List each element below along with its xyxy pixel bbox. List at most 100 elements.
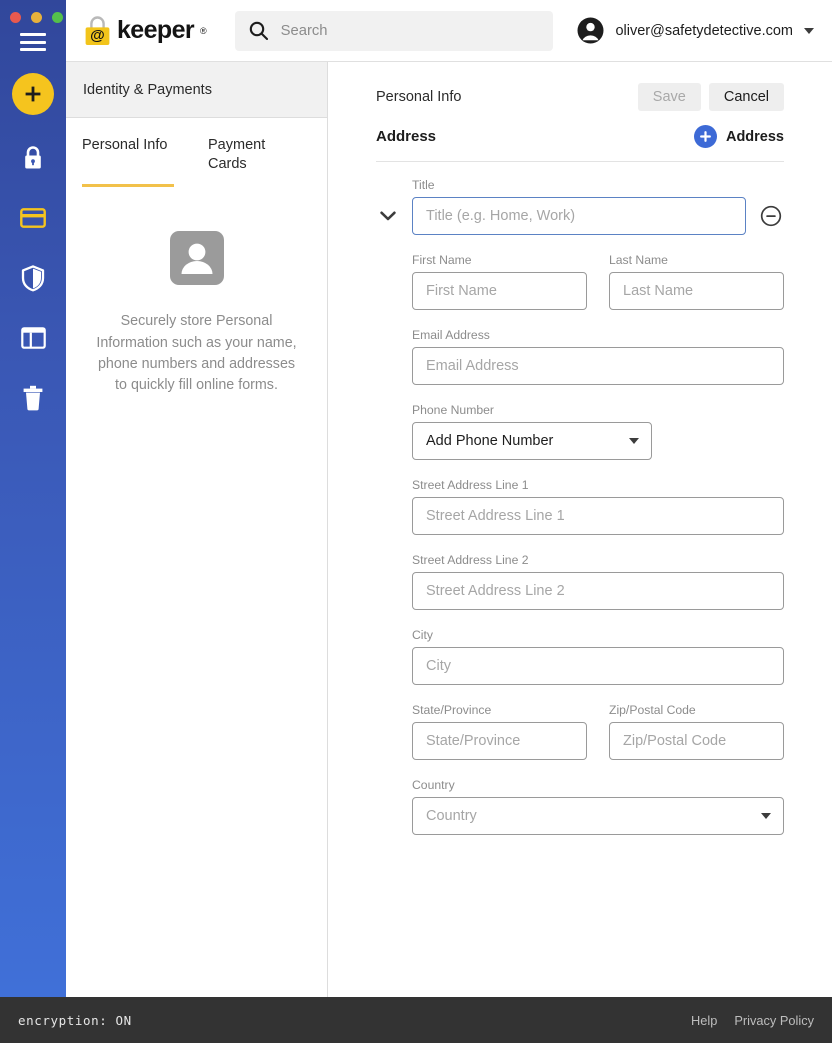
chevron-down-icon[interactable]	[804, 27, 814, 34]
sidebar-item-dashboard[interactable]	[16, 321, 50, 355]
city-label: City	[412, 628, 433, 642]
keeper-logo: @ keeper ®	[84, 15, 207, 47]
phone-select-wrap: Add Phone Number	[412, 422, 652, 460]
email-group: Email Address	[412, 328, 784, 385]
zip-input[interactable]	[609, 722, 784, 760]
logo-wordmark: keeper	[117, 16, 195, 44]
sidebar-item-security-audit[interactable]	[16, 261, 50, 295]
close-window-button[interactable]	[10, 12, 21, 23]
country-select[interactable]: Country	[412, 797, 784, 835]
search-input-placeholder[interactable]: Search	[281, 23, 328, 39]
save-button[interactable]: Save	[637, 83, 701, 111]
dashboard-panel-icon	[20, 327, 46, 349]
title-input[interactable]	[412, 197, 746, 235]
shield-icon	[21, 264, 45, 291]
detail-title-row: Personal Info Save Cancel	[376, 62, 784, 111]
add-address-label: Address	[725, 128, 784, 145]
address-form: Title Title (e.g. Home, Work) First Name…	[376, 162, 784, 835]
phone-label: Phone Number	[412, 403, 494, 417]
plus-icon	[25, 86, 41, 102]
title-field-row	[376, 197, 784, 235]
street2-input[interactable]	[412, 572, 784, 610]
title-field-label: Title	[412, 178, 435, 192]
help-link[interactable]: Help	[691, 1013, 717, 1028]
street1-label: Street Address Line 1	[412, 478, 529, 492]
detail-action-buttons: Save Cancel	[637, 83, 784, 111]
empty-state: Securely store Personal Information such…	[66, 231, 327, 397]
title-field-wrap	[412, 197, 746, 235]
country-select-wrap: Country	[412, 797, 784, 835]
application-top-bar: @ keeper ® Search oliver@safetydetective…	[66, 0, 832, 62]
state-label: State/Province	[412, 703, 492, 717]
list-panel-header: Identity & Payments	[66, 62, 327, 118]
privacy-policy-link[interactable]: Privacy Policy	[734, 1013, 814, 1028]
chevron-down-icon	[629, 438, 639, 444]
section-title: Address	[376, 128, 437, 145]
personal-info-detail-panel: Personal Info Save Cancel Address Addres…	[328, 62, 832, 997]
zoom-window-button[interactable]	[52, 12, 63, 23]
zip-label: Zip/Postal Code	[609, 703, 696, 717]
name-fields-row: First Name Last Name	[412, 253, 784, 310]
phone-select[interactable]: Add Phone Number	[412, 422, 652, 460]
first-name-label: First Name	[412, 253, 472, 267]
street1-group: Street Address Line 1	[412, 478, 784, 535]
person-placeholder-icon	[169, 231, 224, 286]
first-name-input[interactable]	[412, 272, 587, 310]
tab-personal-info[interactable]: Personal Info	[82, 136, 174, 188]
add-address-button[interactable]: Address	[693, 125, 784, 148]
search-bar[interactable]: Search	[234, 10, 553, 51]
street1-input[interactable]	[412, 497, 784, 535]
list-panel-tabs: Personal Info Payment Cards	[66, 118, 327, 188]
detail-panel-column: Personal Info Save Cancel Address Addres…	[328, 0, 832, 997]
state-group: State/Province	[412, 703, 587, 760]
cancel-button[interactable]: Cancel	[708, 83, 784, 111]
state-zip-row: State/Province Zip/Postal Code	[412, 703, 784, 760]
account-menu[interactable]: oliver@safetydetective.com	[577, 17, 814, 44]
padlock-at-icon: @	[85, 15, 110, 45]
list-panel-column: Identity & Payments Personal Info Paymen…	[66, 0, 328, 997]
search-icon	[249, 21, 268, 40]
person-glyph	[181, 243, 212, 275]
state-input[interactable]	[412, 722, 587, 760]
city-input[interactable]	[412, 647, 784, 685]
country-label: Country	[412, 778, 455, 792]
address-section-header: Address Address	[376, 125, 784, 162]
credit-card-icon	[20, 208, 46, 228]
encryption-status: encryption: ON	[18, 1012, 132, 1028]
city-group: City	[412, 628, 784, 685]
svg-text:@: @	[90, 27, 105, 44]
create-new-record-button[interactable]	[12, 73, 54, 115]
chevron-down-icon	[761, 813, 771, 819]
sidebar-item-identity-payments[interactable]	[16, 201, 50, 235]
last-name-input[interactable]	[609, 272, 784, 310]
plus-glyph	[700, 131, 711, 142]
sidebar-item-deleted-items[interactable]	[16, 381, 50, 415]
remove-address-button[interactable]	[758, 197, 784, 235]
street2-label: Street Address Line 2	[412, 553, 529, 567]
user-avatar-icon	[577, 17, 604, 44]
app-body: Identity & Payments Personal Info Paymen…	[0, 0, 832, 997]
account-email: oliver@safetydetective.com	[615, 22, 793, 39]
street2-group: Street Address Line 2	[412, 553, 784, 610]
lock-icon	[25, 146, 41, 169]
hamburger-menu-icon[interactable]	[20, 33, 46, 51]
identity-payments-list-panel: Identity & Payments Personal Info Paymen…	[66, 62, 328, 997]
email-label: Email Address	[412, 328, 490, 342]
minimize-window-button[interactable]	[31, 12, 42, 23]
first-name-group: First Name	[412, 253, 587, 310]
status-bar-links: Help Privacy Policy	[691, 1013, 814, 1028]
left-navigation-rail	[0, 0, 66, 997]
title-field-group: Title	[376, 178, 784, 235]
zip-group: Zip/Postal Code	[609, 703, 784, 760]
logo-registered-mark: ®	[200, 25, 207, 36]
collapse-address-toggle[interactable]	[376, 197, 400, 235]
minus-circle-icon	[760, 205, 782, 227]
empty-state-text: Securely store Personal Information such…	[96, 313, 297, 394]
sidebar-item-passwords[interactable]	[16, 141, 50, 175]
email-input[interactable]	[412, 347, 784, 385]
chevron-down-icon	[380, 211, 396, 221]
last-name-label: Last Name	[609, 253, 668, 267]
phone-group: Phone Number Add Phone Number	[412, 403, 784, 460]
status-bar: encryption: ON Help Privacy Policy	[0, 997, 832, 1043]
tab-payment-cards[interactable]: Payment Cards	[208, 136, 300, 187]
